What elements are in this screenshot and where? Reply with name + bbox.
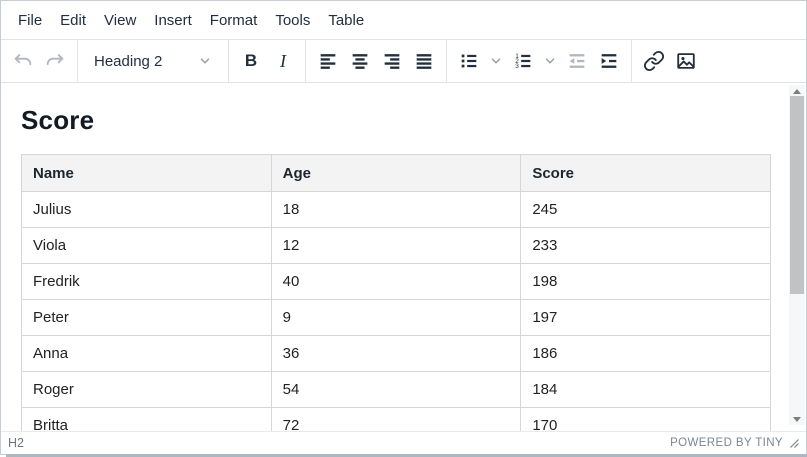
cell-name[interactable]: Viola: [22, 228, 272, 264]
powered-by-tiny-link[interactable]: POWERED BY TINY: [670, 437, 783, 449]
image-icon: [675, 50, 697, 72]
cell-age[interactable]: 18: [271, 192, 521, 228]
table-row: Peter 9 197: [22, 300, 771, 336]
arrow-up-icon: [793, 89, 801, 94]
list-indent-group: 1 2 3: [447, 40, 632, 82]
image-button[interactable]: [670, 44, 702, 78]
cell-age[interactable]: 40: [271, 264, 521, 300]
editor-content-area[interactable]: Score Name Age Score Julius 18 245: [1, 83, 806, 431]
text-style-group: B I: [229, 40, 306, 82]
cell-age[interactable]: 12: [271, 228, 521, 264]
menu-view[interactable]: View: [95, 6, 145, 35]
outdent-button[interactable]: [561, 44, 593, 78]
cell-name[interactable]: Anna: [22, 336, 272, 372]
cell-score[interactable]: 184: [521, 372, 771, 408]
statusbar: H2 POWERED BY TINY: [1, 431, 806, 453]
link-button[interactable]: [638, 44, 670, 78]
bullet-list-icon: [458, 50, 480, 72]
align-left-button[interactable]: [312, 44, 344, 78]
format-group: Heading 2: [78, 40, 229, 82]
align-right-icon: [381, 50, 403, 72]
align-center-icon: [349, 50, 371, 72]
menubar: File Edit View Insert Format Tools Table: [1, 1, 806, 40]
chevron-down-icon: [489, 54, 503, 68]
align-left-icon: [317, 50, 339, 72]
menu-table[interactable]: Table: [319, 6, 373, 35]
indent-button[interactable]: [593, 44, 625, 78]
content-heading: Score: [21, 105, 786, 135]
justify-button[interactable]: [408, 44, 440, 78]
cell-age[interactable]: 9: [271, 300, 521, 336]
branding: POWERED BY TINY: [670, 437, 799, 449]
svg-text:3: 3: [515, 63, 519, 70]
cell-name[interactable]: Britta: [22, 408, 272, 432]
arrow-down-icon: [793, 417, 801, 422]
chevron-down-icon: [543, 54, 557, 68]
table-row: Fredrik 40 198: [22, 264, 771, 300]
toolbar: Heading 2 B I: [1, 40, 806, 83]
scrollbar-thumb[interactable]: [790, 96, 804, 294]
numbered-list-icon: 1 2 3: [512, 50, 534, 72]
align-center-button[interactable]: [344, 44, 376, 78]
outdent-icon: [566, 50, 588, 72]
resize-handle[interactable]: [789, 438, 799, 448]
numbered-list-options-button[interactable]: [539, 44, 561, 78]
cell-name[interactable]: Julius: [22, 192, 272, 228]
undo-button[interactable]: [7, 44, 39, 78]
cell-name[interactable]: Peter: [22, 300, 272, 336]
table-row: Britta 72 170: [22, 408, 771, 432]
menu-edit[interactable]: Edit: [51, 6, 95, 35]
cell-score[interactable]: 197: [521, 300, 771, 336]
indent-icon: [598, 50, 620, 72]
cell-age[interactable]: 36: [271, 336, 521, 372]
bullet-list-button[interactable]: [453, 44, 485, 78]
table-row: Roger 54 184: [22, 372, 771, 408]
menu-insert[interactable]: Insert: [145, 6, 201, 35]
cell-age[interactable]: 72: [271, 408, 521, 432]
cell-score[interactable]: 186: [521, 336, 771, 372]
format-select-value: Heading 2: [94, 53, 162, 70]
cell-score[interactable]: 233: [521, 228, 771, 264]
alignment-group: [306, 40, 447, 82]
chevron-down-icon: [198, 54, 212, 68]
menu-file[interactable]: File: [9, 6, 51, 35]
cell-score[interactable]: 198: [521, 264, 771, 300]
numbered-list-button[interactable]: 1 2 3: [507, 44, 539, 78]
cell-age[interactable]: 54: [271, 372, 521, 408]
cell-score[interactable]: 245: [521, 192, 771, 228]
score-table[interactable]: Name Age Score Julius 18 245 Viola 12 23…: [21, 154, 771, 431]
undo-icon: [12, 50, 34, 72]
table-row: Viola 12 233: [22, 228, 771, 264]
redo-button[interactable]: [39, 44, 71, 78]
vertical-scrollbar[interactable]: [789, 85, 805, 425]
history-group: [1, 40, 78, 82]
redo-icon: [44, 50, 66, 72]
column-header-score[interactable]: Score: [521, 155, 771, 192]
bold-button[interactable]: B: [235, 44, 267, 78]
bullet-list-options-button[interactable]: [485, 44, 507, 78]
table-row: Julius 18 245: [22, 192, 771, 228]
table-header-row: Name Age Score: [22, 155, 771, 192]
italic-button[interactable]: I: [267, 44, 299, 78]
link-icon: [643, 50, 665, 72]
scrollbar-down-button[interactable]: [789, 413, 805, 425]
editor-frame: File Edit View Insert Format Tools Table: [0, 0, 807, 455]
italic-icon: I: [280, 51, 286, 72]
table-row: Anna 36 186: [22, 336, 771, 372]
tinymce-editor-screenshot: File Edit View Insert Format Tools Table: [0, 0, 807, 457]
cell-name[interactable]: Fredrik: [22, 264, 272, 300]
cell-name[interactable]: Roger: [22, 372, 272, 408]
menu-format[interactable]: Format: [201, 6, 267, 35]
element-path[interactable]: H2: [8, 436, 24, 450]
column-header-name[interactable]: Name: [22, 155, 272, 192]
format-select[interactable]: Heading 2: [84, 44, 222, 78]
align-right-button[interactable]: [376, 44, 408, 78]
menu-tools[interactable]: Tools: [266, 6, 319, 35]
cell-score[interactable]: 170: [521, 408, 771, 432]
bold-icon: B: [245, 51, 257, 71]
resize-grip-icon: [789, 438, 799, 448]
insert-group: [632, 40, 708, 82]
column-header-age[interactable]: Age: [271, 155, 521, 192]
justify-icon: [413, 50, 435, 72]
